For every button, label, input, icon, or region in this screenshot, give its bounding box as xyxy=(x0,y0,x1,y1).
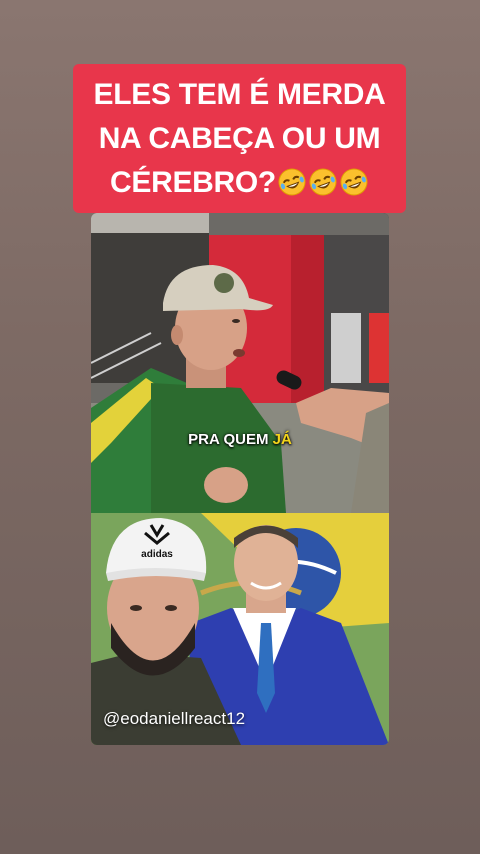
interview-scene-illustration xyxy=(91,213,389,513)
laughing-emoji-icon xyxy=(308,167,338,197)
laughing-emoji-icon xyxy=(277,167,307,197)
laughing-emoji-icon xyxy=(339,167,369,197)
interview-scene: PRA QUEM JÁ xyxy=(91,213,389,513)
caption-line-3: CÉREBRO? xyxy=(110,165,276,199)
video-player[interactable]: PRA QUEM JÁ adidas @eodaniellreact12 xyxy=(91,213,389,745)
svg-text:adidas: adidas xyxy=(141,549,173,560)
caption-line-1: ELES TEM É MERDA xyxy=(93,77,386,111)
video-subtitle: PRA QUEM JÁ xyxy=(91,431,389,448)
reaction-scene: adidas @eodaniellreact12 xyxy=(91,513,389,745)
story-caption-text: ELES TEM É MERDA NA CABEÇA OU UM CÉREBRO… xyxy=(94,73,386,205)
creator-watermark: @eodaniellreact12 xyxy=(103,709,246,728)
story-caption-box: ELES TEM É MERDA NA CABEÇA OU UM CÉREBRO… xyxy=(73,64,406,213)
subtitle-text: PRA QUEM xyxy=(188,431,273,448)
caption-line-2: NA CABEÇA OU UM xyxy=(98,121,381,155)
subtitle-highlight: JÁ xyxy=(272,431,292,448)
